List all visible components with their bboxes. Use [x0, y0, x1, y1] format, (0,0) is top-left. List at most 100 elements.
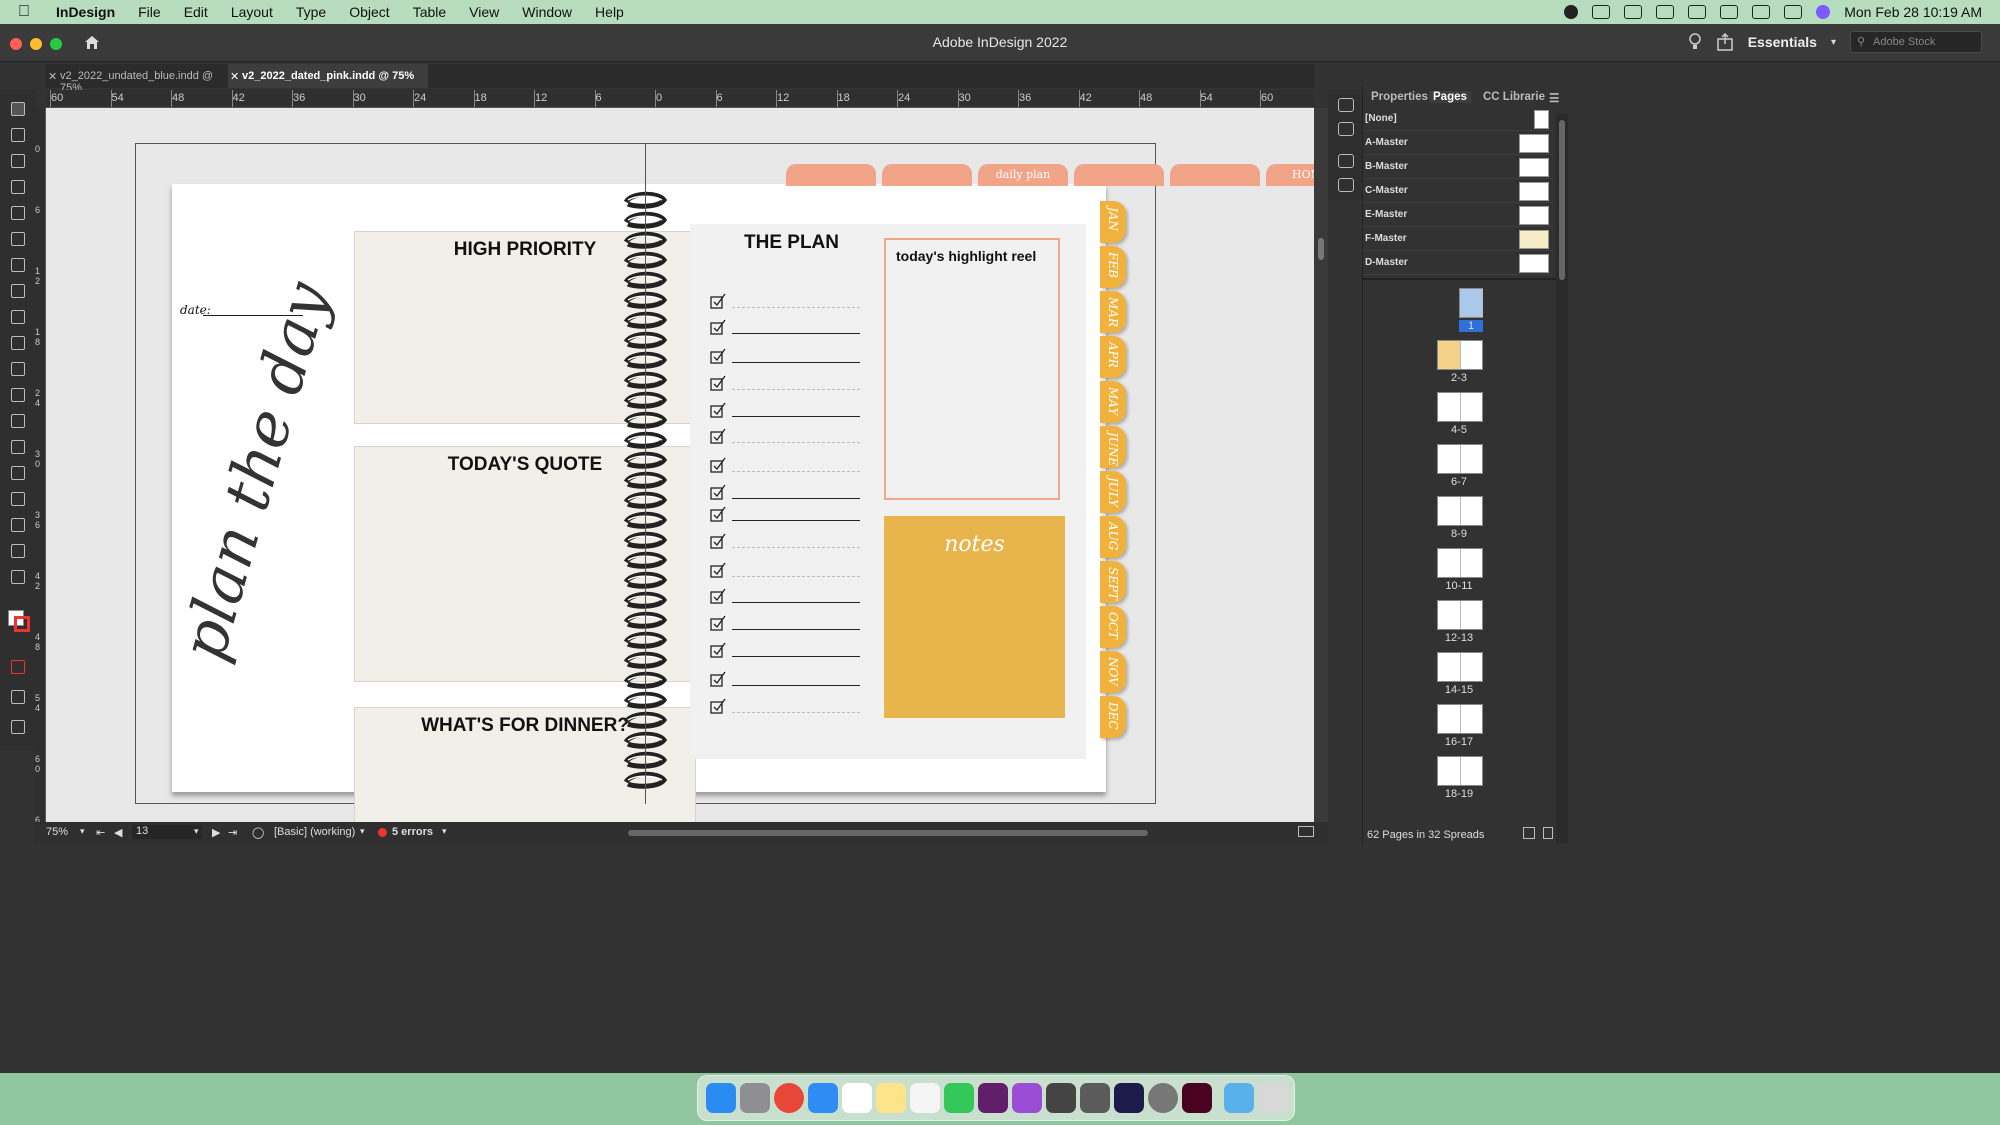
- checkbox-icon[interactable]: [710, 402, 726, 418]
- vertical-scrollbar[interactable]: [1314, 108, 1328, 822]
- tab-undated-blue[interactable]: ✕ v2_2022_undated_blue.indd @ 75%: [46, 64, 226, 94]
- month-tab-june[interactable]: JUNE: [1100, 426, 1126, 468]
- split-window-icon[interactable]: [1298, 826, 1314, 837]
- page-spread-thumbnail[interactable]: [1437, 444, 1483, 474]
- control-center-icon[interactable]: [1784, 5, 1803, 19]
- tab-properties[interactable]: Properties: [1371, 91, 1428, 103]
- tab-dated-pink[interactable]: ✕ v2_2022_dated_pink.indd @ 75%: [228, 64, 428, 88]
- chevron-down-icon[interactable]: ▾: [194, 826, 199, 837]
- month-tab-july[interactable]: JULY: [1100, 471, 1126, 513]
- direct-selection-tool-icon[interactable]: [11, 128, 25, 142]
- last-page-icon[interactable]: ⇥: [228, 826, 237, 839]
- volume-icon[interactable]: [1624, 5, 1643, 19]
- month-tab-mar[interactable]: MAR: [1100, 291, 1126, 333]
- page-tool-icon[interactable]: [11, 154, 25, 168]
- scissors-tool-icon[interactable]: [11, 388, 25, 402]
- menu-file[interactable]: File: [138, 4, 161, 20]
- tab-pages[interactable]: Pages: [1429, 91, 1471, 103]
- chevron-down-icon[interactable]: ▾: [442, 826, 447, 837]
- clapper-app-icon[interactable]: [1080, 1083, 1110, 1113]
- checklist-row[interactable]: [710, 506, 860, 524]
- checkbox-icon[interactable]: [710, 642, 726, 658]
- preflight-errors[interactable]: 5 errors: [392, 826, 433, 838]
- checkbox-icon[interactable]: [710, 506, 726, 522]
- scroll-thumb[interactable]: [1318, 238, 1324, 260]
- page-spread-thumbnail[interactable]: [1437, 392, 1483, 422]
- line-tool-icon[interactable]: [11, 258, 25, 272]
- calendar-icon[interactable]: [842, 1083, 872, 1113]
- page-number-field[interactable]: 13: [132, 825, 202, 839]
- lightbulb-icon[interactable]: [1688, 33, 1702, 51]
- vertical-ruler[interactable]: 0 6 1 2 1 8 2 4 3 0 3 6 4 2 4 8 5 4 6 0 6 6: [34, 108, 46, 822]
- gradient-tool-icon[interactable]: [11, 440, 25, 454]
- stroke-icon[interactable]: [1338, 154, 1354, 168]
- month-tab-apr[interactable]: APR: [1100, 336, 1126, 378]
- screen-mode-icon[interactable]: [11, 690, 25, 704]
- pen-tool-icon[interactable]: [11, 284, 25, 298]
- top-tab-1[interactable]: [786, 164, 876, 186]
- trash-icon[interactable]: [1543, 827, 1553, 839]
- chevron-down-icon[interactable]: ▾: [1831, 37, 1836, 48]
- checklist-row[interactable]: [710, 533, 860, 551]
- checklist-row[interactable]: [710, 348, 860, 366]
- first-page-icon[interactable]: ⇤: [96, 826, 105, 839]
- wifi-icon[interactable]: [1688, 5, 1707, 19]
- month-tab-sept[interactable]: SEPT: [1100, 561, 1126, 603]
- month-tab-feb[interactable]: FEB: [1100, 246, 1126, 288]
- checkbox-icon[interactable]: [710, 348, 726, 364]
- page-spread-thumbnail[interactable]: [1437, 600, 1483, 630]
- month-tab-jan[interactable]: JAN: [1100, 201, 1126, 243]
- dropbox-icon[interactable]: [1592, 5, 1611, 19]
- slack-icon[interactable]: [978, 1083, 1008, 1113]
- system-preferences-icon[interactable]: [1148, 1083, 1178, 1113]
- close-tab-icon[interactable]: ✕: [230, 70, 239, 83]
- master-c[interactable]: C-Master: [1363, 180, 1553, 203]
- pencil-tool-icon[interactable]: [11, 310, 25, 324]
- reminders-icon[interactable]: [910, 1083, 940, 1113]
- master-e[interactable]: E-Master: [1363, 204, 1553, 227]
- checkbox-icon[interactable]: [710, 533, 726, 549]
- checkbox-icon[interactable]: [710, 671, 726, 687]
- month-tab-oct[interactable]: OCT: [1100, 606, 1126, 648]
- checkbox-icon[interactable]: [710, 615, 726, 631]
- scroll-thumb[interactable]: [1559, 120, 1565, 280]
- previous-page-icon[interactable]: ◀: [114, 826, 122, 839]
- horizontal-ruler[interactable]: 6054484236302418126061218243036424854606…: [46, 90, 1314, 108]
- workspace-switcher[interactable]: Essentials: [1748, 34, 1817, 50]
- menu-app-name[interactable]: InDesign: [56, 4, 115, 20]
- chevron-down-icon[interactable]: ▾: [360, 826, 365, 837]
- podcasts-icon[interactable]: [1012, 1083, 1042, 1113]
- page-spread-thumbnail[interactable]: [1459, 288, 1483, 318]
- free-transform-tool-icon[interactable]: [11, 414, 25, 428]
- master-d[interactable]: D-Master: [1363, 252, 1553, 275]
- downloads-folder-icon[interactable]: [1224, 1083, 1254, 1113]
- menu-object[interactable]: Object: [349, 4, 389, 20]
- menu-window[interactable]: Window: [522, 4, 572, 20]
- gap-tool-icon[interactable]: [11, 180, 25, 194]
- checklist-row[interactable]: [710, 375, 860, 393]
- top-tab-5[interactable]: [1170, 164, 1260, 186]
- menu-edit[interactable]: Edit: [184, 4, 208, 20]
- checklist-row[interactable]: [710, 457, 860, 475]
- apple-menu-icon[interactable]: : [18, 3, 42, 21]
- highlight-reel-box[interactable]: today's highlight reel: [884, 238, 1060, 500]
- page-spread-thumbnail[interactable]: [1437, 496, 1483, 526]
- top-tab-daily-plan[interactable]: daily plan: [978, 164, 1068, 186]
- menu-type[interactable]: Type: [296, 4, 326, 20]
- checkbox-icon[interactable]: [710, 698, 726, 714]
- pages-scrollbar[interactable]: [1556, 114, 1568, 843]
- zoom-tool-icon[interactable]: [11, 570, 25, 584]
- pencil-app-icon[interactable]: [1046, 1083, 1076, 1113]
- master-none[interactable]: [None]: [1363, 108, 1553, 131]
- siri-icon[interactable]: [1816, 5, 1831, 19]
- checklist-row[interactable]: [710, 319, 860, 337]
- chrome-icon[interactable]: [774, 1083, 804, 1113]
- checklist-row[interactable]: [710, 402, 860, 420]
- checkbox-icon[interactable]: [710, 484, 726, 500]
- rectangle-frame-tool-icon[interactable]: [11, 336, 25, 350]
- trash-bin-icon[interactable]: [1258, 1083, 1288, 1113]
- checklist-row[interactable]: [710, 293, 860, 311]
- master-a[interactable]: A-Master: [1363, 132, 1553, 155]
- checklist-row[interactable]: [710, 428, 860, 446]
- display-icon[interactable]: [1752, 5, 1771, 19]
